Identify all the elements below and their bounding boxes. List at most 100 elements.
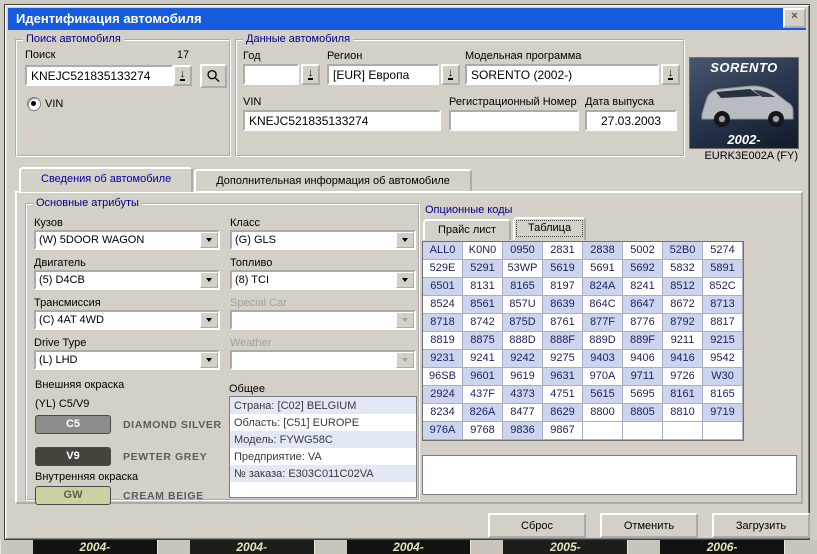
option-code-cell[interactable]: ALL0 <box>423 242 463 260</box>
option-code-cell[interactable]: 9242 <box>503 350 543 368</box>
option-code-cell[interactable]: 529E <box>423 260 463 278</box>
chevron-down-icon[interactable] <box>200 272 218 288</box>
option-code-cell[interactable]: 888F <box>543 332 583 350</box>
load-button[interactable]: Загрузить <box>712 513 810 538</box>
option-code-cell[interactable]: 9619 <box>503 368 543 386</box>
option-code-cell[interactable]: 8672 <box>663 296 703 314</box>
option-code-cell[interactable]: 9215 <box>703 332 743 350</box>
option-code-cell[interactable]: 8800 <box>583 404 623 422</box>
year-input[interactable] <box>243 64 299 85</box>
option-code-cell[interactable]: 8761 <box>543 314 583 332</box>
search-input[interactable] <box>25 65 173 86</box>
option-code-cell[interactable]: 824A <box>583 278 623 296</box>
option-code-cell[interactable]: 6501 <box>423 278 463 296</box>
option-code-cell[interactable]: 5291 <box>463 260 503 278</box>
option-code-cell[interactable]: 8131 <box>463 278 503 296</box>
option-code-cell[interactable]: W30 <box>703 368 743 386</box>
option-code-cell[interactable]: 8165 <box>503 278 543 296</box>
chevron-down-icon[interactable] <box>396 232 414 248</box>
main-tab-1[interactable]: Дополнительная информация об автомобиле <box>194 169 472 192</box>
registration-number-input[interactable] <box>449 110 579 131</box>
option-code-cell[interactable]: 4373 <box>503 386 543 404</box>
option-code-cell[interactable]: 9719 <box>703 404 743 422</box>
option-code-cell[interactable]: 9726 <box>663 368 703 386</box>
option-code-cell[interactable]: 8792 <box>663 314 703 332</box>
option-code-cell[interactable]: 852C <box>703 278 743 296</box>
option-code-cell[interactable]: 9241 <box>463 350 503 368</box>
option-code-cell[interactable]: 8234 <box>423 404 463 422</box>
option-code-cell[interactable]: 875D <box>503 314 543 332</box>
option-code-cell[interactable]: 5274 <box>703 242 743 260</box>
option-code-cell[interactable]: 9416 <box>663 350 703 368</box>
option-tab-0[interactable]: Прайс лист <box>423 219 511 240</box>
combo-engine[interactable]: (5) D4CB <box>34 270 220 290</box>
option-code-cell[interactable]: 4751 <box>543 386 583 404</box>
region-input[interactable] <box>327 64 439 85</box>
option-code-cell[interactable]: 8161 <box>663 386 703 404</box>
search-button[interactable] <box>200 64 227 88</box>
option-code-cell[interactable]: 8639 <box>543 296 583 314</box>
model-program-dropdown-button[interactable]: ↓ <box>661 64 680 85</box>
option-code-cell[interactable]: 889F <box>623 332 663 350</box>
year-dropdown-button[interactable]: ↓ <box>301 64 320 85</box>
option-code-cell[interactable]: 9867 <box>543 422 583 440</box>
option-code-cell[interactable]: 5891 <box>703 260 743 278</box>
combo-transmission[interactable]: (C) 4AT 4WD <box>34 310 220 330</box>
option-code-cell[interactable]: 9275 <box>543 350 583 368</box>
chevron-down-icon[interactable] <box>200 352 218 368</box>
option-code-cell[interactable]: 53WP <box>503 260 543 278</box>
option-code-cell[interactable]: 889D <box>583 332 623 350</box>
option-code-cell[interactable]: 970A <box>583 368 623 386</box>
search-dropdown-button[interactable]: ↓ <box>173 65 192 86</box>
option-code-cell[interactable]: 5692 <box>623 260 663 278</box>
option-code-cell[interactable]: 8197 <box>543 278 583 296</box>
option-code-cell[interactable]: 2924 <box>423 386 463 404</box>
option-code-cell[interactable]: 5002 <box>623 242 663 260</box>
option-code-cell[interactable]: 437F <box>463 386 503 404</box>
option-code-cell[interactable]: 8875 <box>463 332 503 350</box>
cancel-button[interactable]: Отменить <box>600 513 698 538</box>
region-dropdown-button[interactable]: ↓ <box>441 64 460 85</box>
option-tab-1[interactable]: Таблица <box>513 217 586 240</box>
option-code-cell[interactable]: 8241 <box>623 278 663 296</box>
combo-body[interactable]: (W) 5DOOR WAGON <box>34 230 220 250</box>
option-code-cell[interactable]: 888D <box>503 332 543 350</box>
production-date-input[interactable] <box>585 110 677 131</box>
option-code-cell[interactable]: 8165 <box>703 386 743 404</box>
option-code-cell[interactable]: K0N0 <box>463 242 503 260</box>
option-code-cell[interactable]: 8647 <box>623 296 663 314</box>
option-code-cell[interactable]: 52B0 <box>663 242 703 260</box>
option-code-cell[interactable]: 8805 <box>623 404 663 422</box>
option-code-cell[interactable]: 8819 <box>423 332 463 350</box>
option-code-cell[interactable]: 2838 <box>583 242 623 260</box>
option-code-cell[interactable]: 8629 <box>543 404 583 422</box>
option-code-cell[interactable]: 8561 <box>463 296 503 314</box>
option-code-cell[interactable]: 976A <box>423 422 463 440</box>
option-code-cell[interactable]: 857U <box>503 296 543 314</box>
option-code-cell[interactable]: 5695 <box>623 386 663 404</box>
option-code-cell[interactable]: 8477 <box>503 404 543 422</box>
option-code-cell[interactable]: 8718 <box>423 314 463 332</box>
option-code-cell[interactable]: 8776 <box>623 314 663 332</box>
combo-class[interactable]: (G) GLS <box>230 230 416 250</box>
option-code-cell[interactable]: 864C <box>583 296 623 314</box>
option-code-cell[interactable]: 9403 <box>583 350 623 368</box>
option-code-cell[interactable]: 877F <box>583 314 623 332</box>
option-code-cell[interactable]: 8512 <box>663 278 703 296</box>
option-code-cell[interactable]: 9711 <box>623 368 663 386</box>
option-code-cell[interactable]: 5615 <box>583 386 623 404</box>
chevron-down-icon[interactable] <box>200 232 218 248</box>
option-code-cell[interactable]: 96SB <box>423 368 463 386</box>
option-code-cell[interactable]: 826A <box>463 404 503 422</box>
option-code-cell[interactable]: 5691 <box>583 260 623 278</box>
combo-drive-type[interactable]: (L) LHD <box>34 350 220 370</box>
chevron-down-icon[interactable] <box>396 272 414 288</box>
option-code-cell[interactable]: 8810 <box>663 404 703 422</box>
option-code-cell[interactable]: 8524 <box>423 296 463 314</box>
option-code-cell[interactable]: 8713 <box>703 296 743 314</box>
option-code-cell[interactable]: 5832 <box>663 260 703 278</box>
option-code-cell[interactable]: 9231 <box>423 350 463 368</box>
main-tab-0[interactable]: Сведения об автомобиле <box>19 167 193 192</box>
option-code-cell[interactable]: 9768 <box>463 422 503 440</box>
option-code-cell[interactable]: 2831 <box>543 242 583 260</box>
